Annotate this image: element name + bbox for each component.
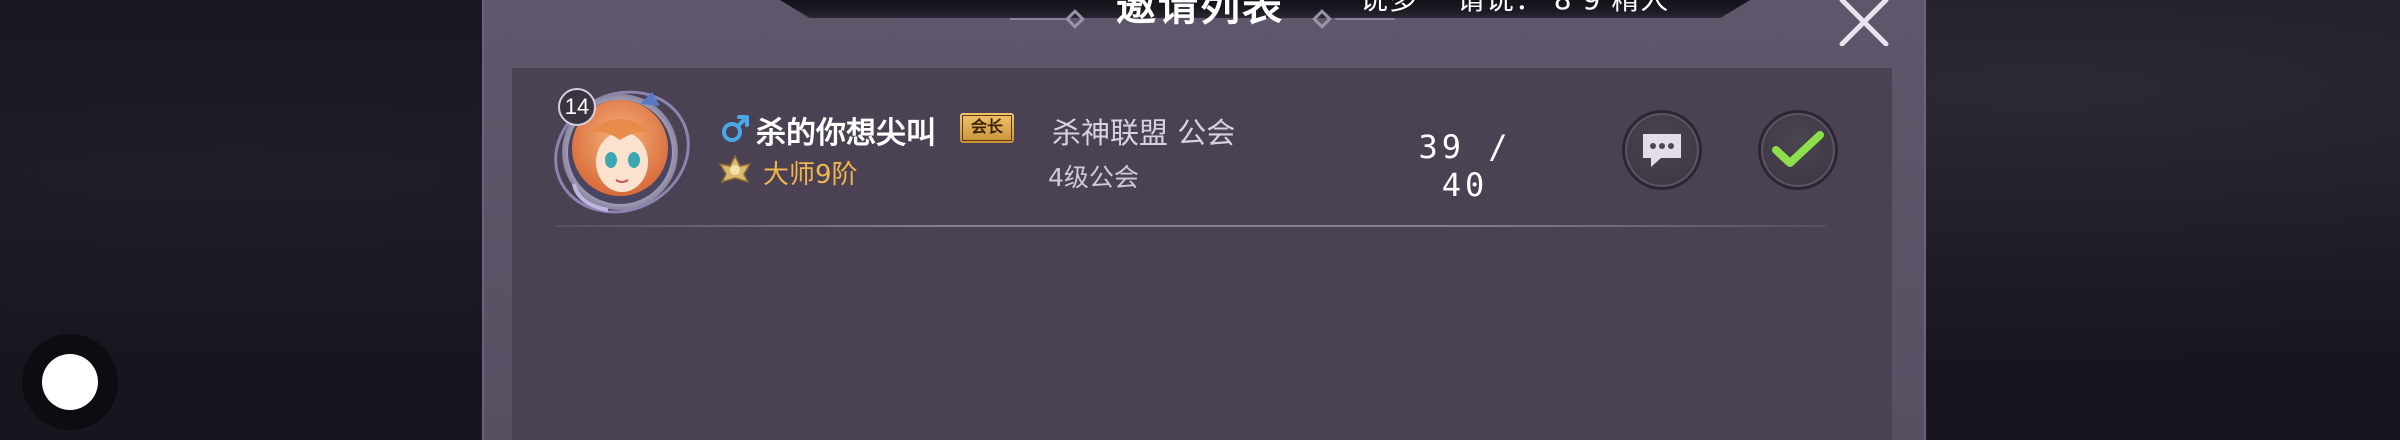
player-name: 杀的你想尖叫 [756,116,936,151]
game-screen: 邀请列表 说多 一请说： 8 9 精人 [0,0,2400,440]
floating-assistive-button[interactable] [22,334,118,430]
player-rank: 大师9阶 [763,160,858,190]
close-icon [1839,0,1889,47]
top-notice-text: 说多 一请说： 8 9 精人 [1360,0,1710,18]
checkmark-icon [1772,131,1824,167]
assistive-dot-icon [42,354,98,410]
role-badge-label: 会长 [962,115,1012,141]
guild-leader-badge: 会长 [960,113,1014,143]
accept-invite-button[interactable] [1758,110,1838,190]
guild-member-count: 39 / 40 [1418,128,1512,204]
title-deco-line-left [1010,18,1070,20]
player-level-badge: 14 [558,88,596,126]
chat-bubble-icon [1643,134,1681,167]
title-deco-line-right [1335,18,1395,20]
row-divider [556,225,1826,227]
master-rank-icon [718,152,752,186]
guild-name: 杀神联盟 公会 [1052,116,1236,150]
male-icon [720,114,750,144]
dialog-title: 邀请列表 [1116,0,1284,30]
guild-level: 4级公会 [1048,163,1139,192]
chat-button[interactable] [1622,110,1702,190]
close-button[interactable] [1836,0,1892,47]
